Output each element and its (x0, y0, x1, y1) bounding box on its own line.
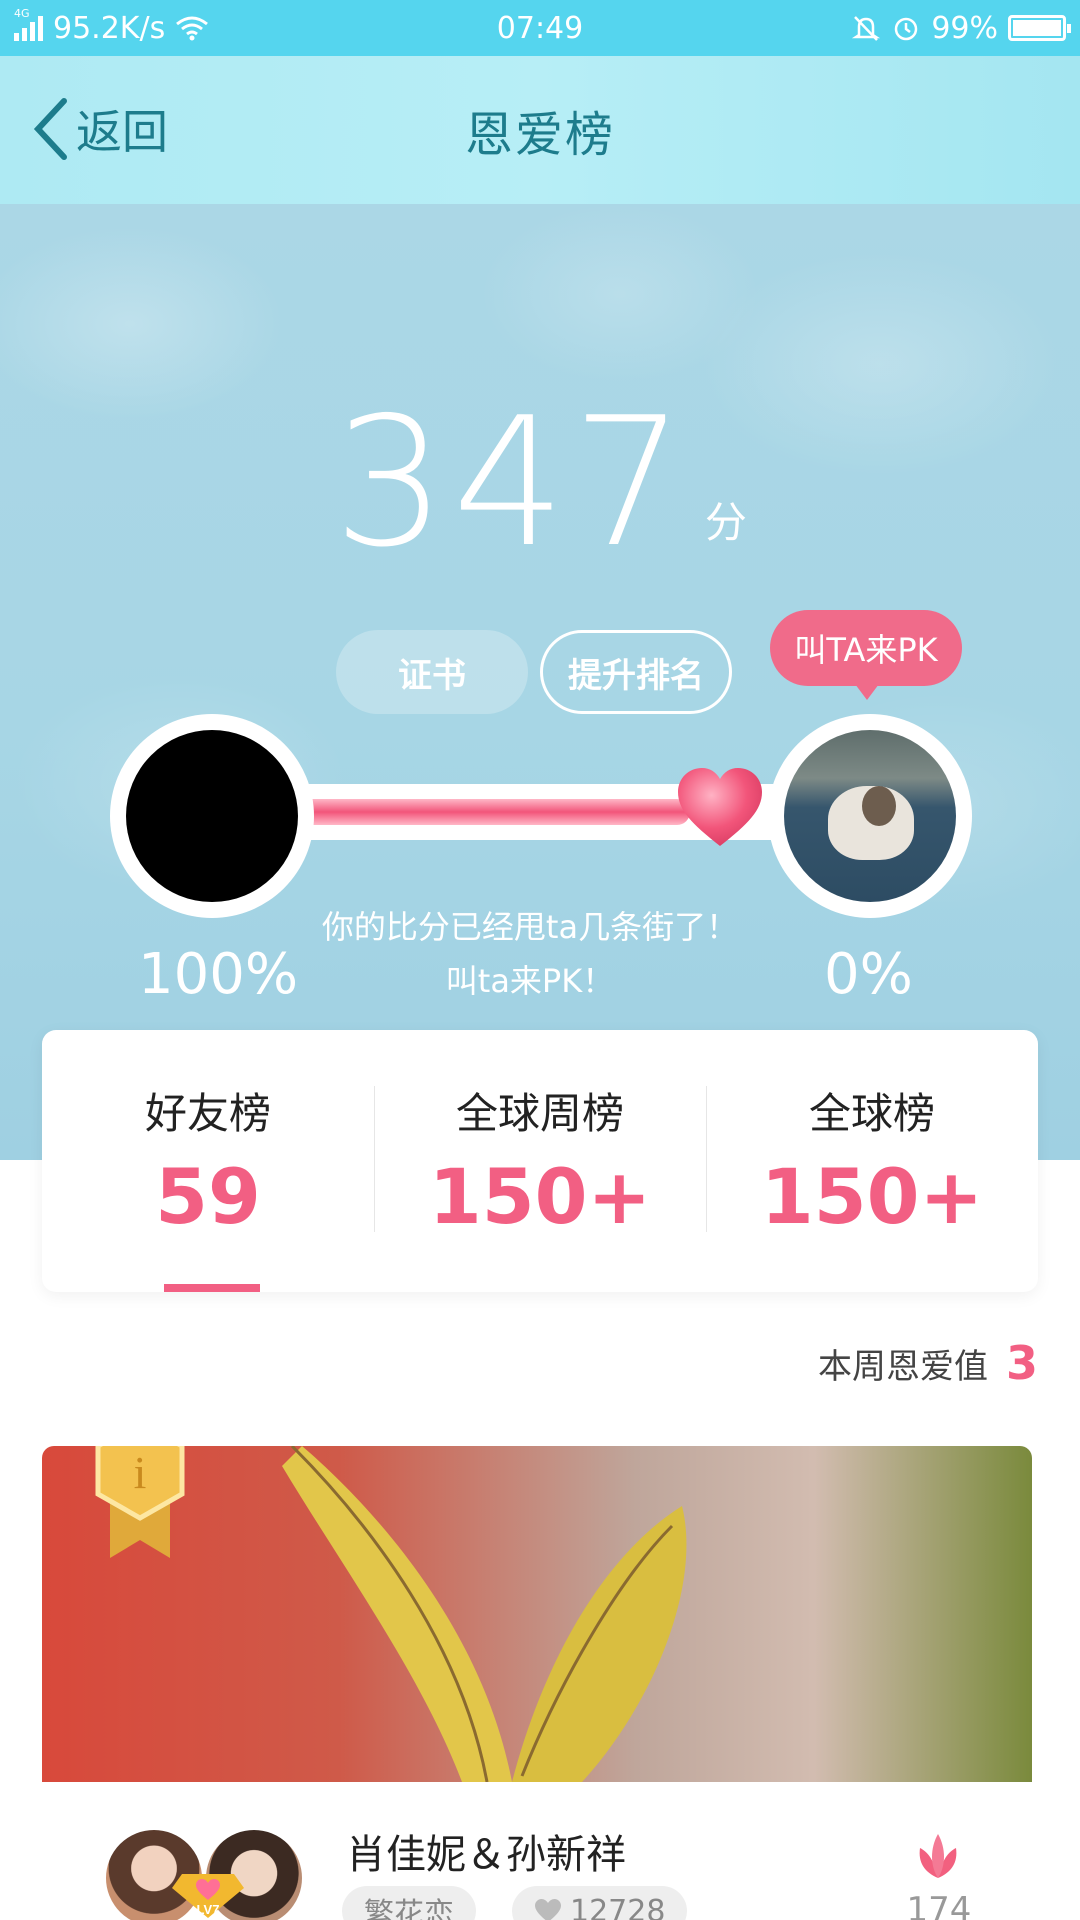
back-label: 返回 (76, 105, 168, 159)
alarm-icon (895, 17, 918, 41)
couple-score: 12728 (512, 1886, 688, 1920)
boost-rank-button[interactable]: 提升排名 (540, 630, 732, 714)
pk-taunt-text: 你的比分已经甩ta几条街了！ 叫ta来PK！ (280, 900, 780, 1008)
chevron-left-icon (33, 98, 67, 160)
couple-avatars: LV7 (102, 1826, 312, 1920)
svg-text:i: i (134, 1447, 147, 1498)
status-bar: 4G 95.2K/s 07:49 99% (0, 0, 1080, 56)
rank-value: 150+ (428, 1152, 652, 1241)
my-percent: 100% (138, 942, 299, 1007)
pk-progress-fill (290, 799, 690, 825)
heart-icon (678, 768, 762, 846)
score-hero: 347 分 证书 提升排名 叫TA来PK 100% 0% 你的比分已经甩ta几条… (0, 204, 1080, 1160)
network-type: 4G (14, 7, 30, 20)
score-unit: 分 (704, 498, 747, 547)
nav-header: 返回 恩爱榜 (0, 56, 1080, 204)
partner-avatar[interactable] (768, 714, 972, 918)
weekly-value: 3 (1005, 1336, 1038, 1390)
certificate-button[interactable]: 证书 (336, 630, 528, 714)
call-pk-button[interactable]: 叫TA来PK (770, 610, 962, 700)
active-tab-indicator (164, 1284, 260, 1292)
lotus-icon[interactable] (910, 1832, 966, 1880)
back-button[interactable]: 返回 (30, 96, 168, 162)
battery-percent: 99% (931, 10, 998, 46)
weekly-love-value: 本周恩爱值 3 (818, 1336, 1038, 1390)
partner-percent: 0% (824, 942, 913, 1007)
my-avatar[interactable] (110, 714, 314, 918)
couple-cover-photo (42, 1446, 1032, 1782)
small-heart-icon (535, 1899, 561, 1920)
page-title: 恩爱榜 (464, 107, 615, 163)
taunt-line-2: 叫ta来PK！ (445, 962, 615, 1000)
level-badge: LV7 (172, 1874, 244, 1918)
medal-badge-icon: i (95, 1446, 185, 1558)
couple-score-value: 12728 (570, 1893, 666, 1920)
weekly-label: 本周恩爱值 (817, 1346, 988, 1387)
rank-label: 好友榜 (144, 1089, 271, 1138)
couple-tag-label: 繁花恋 (364, 1897, 454, 1920)
wifi-icon (176, 16, 209, 41)
like-count: 174 (906, 1890, 972, 1920)
battery-icon (1008, 15, 1071, 41)
partner-avatar-image (784, 730, 956, 902)
rank-value: 59 (155, 1152, 261, 1241)
my-avatar-image (126, 730, 298, 902)
bell-mute-icon (852, 16, 881, 41)
svg-text:LV7: LV7 (197, 1902, 220, 1917)
tab-global-weekly-rank[interactable]: 全球周榜 150+ (374, 1030, 706, 1292)
love-score: 347 (333, 379, 691, 586)
rank-tabs-card: 好友榜 59 全球周榜 150+ 全球榜 150+ (42, 1030, 1038, 1292)
signal-icon: 4G (14, 7, 43, 41)
rank-value: 150+ (760, 1152, 984, 1241)
tab-global-rank[interactable]: 全球榜 150+ (706, 1030, 1038, 1292)
tab-friends-rank[interactable]: 好友榜 59 (42, 1030, 374, 1292)
rank-label: 全球周榜 (455, 1089, 624, 1138)
couple-names: 肖佳妮＆孙新祥 (346, 1832, 626, 1878)
couple-tag: 繁花恋 (342, 1886, 476, 1920)
taunt-line-1: 你的比分已经甩ta几条街了！ (321, 908, 739, 946)
couple-list-item[interactable]: i LV7 肖佳妮＆孙新祥 繁花恋 12728 174 (42, 1446, 1032, 1920)
rank-label: 全球榜 (808, 1089, 935, 1138)
network-speed: 95.2K/s (53, 10, 166, 46)
